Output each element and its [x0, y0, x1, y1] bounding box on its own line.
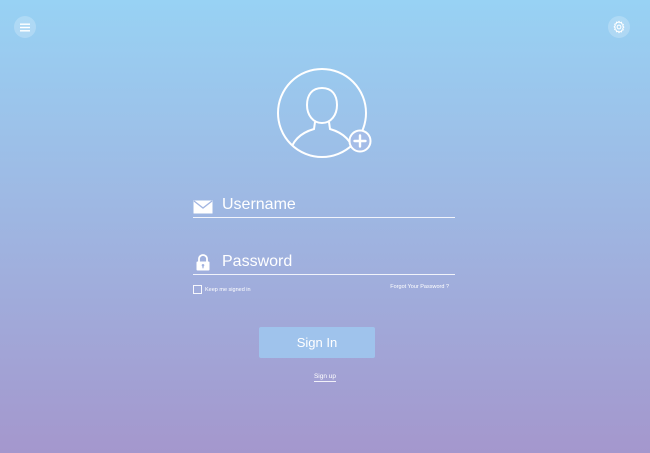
- sign-up-row: Sign up: [0, 365, 650, 383]
- username-field[interactable]: [193, 193, 455, 218]
- username-input[interactable]: [222, 194, 455, 216]
- password-input[interactable]: [222, 251, 455, 273]
- lock-icon: [196, 254, 210, 271]
- settings-button[interactable]: [608, 16, 630, 38]
- keep-signed-in-checkbox[interactable]: [193, 285, 202, 294]
- menu-button[interactable]: [14, 16, 36, 38]
- keep-signed-in[interactable]: Keep me signed in: [193, 285, 251, 294]
- avatar[interactable]: [276, 67, 374, 165]
- envelope-icon: [193, 200, 213, 214]
- sign-up-link[interactable]: Sign up: [313, 373, 337, 382]
- gear-icon: [613, 20, 625, 34]
- sign-in-button[interactable]: Sign In: [259, 327, 375, 358]
- plus-icon[interactable]: [348, 129, 372, 153]
- keep-signed-in-label: Keep me signed in: [205, 286, 251, 293]
- forgot-password-link[interactable]: Forgot Your Password ?: [390, 284, 449, 290]
- menu-icon: [20, 23, 30, 31]
- password-field[interactable]: [193, 250, 455, 275]
